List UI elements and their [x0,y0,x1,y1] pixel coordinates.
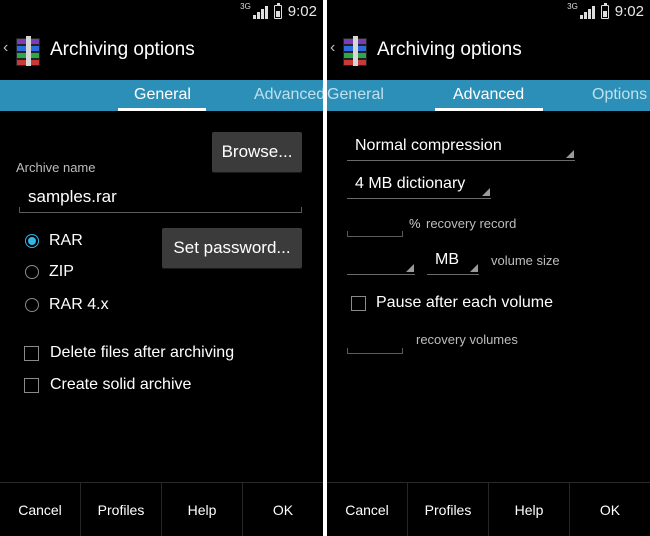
archive-name-label: Archive name [16,160,96,175]
volume-unit-spinner[interactable]: MB [427,246,479,275]
pause-label: Pause after each volume [376,294,553,311]
radio-zip[interactable] [25,265,39,279]
action-bar: ‹ Archiving options [327,26,650,76]
delete-files-checkbox[interactable] [24,345,39,361]
format-rar-label: RAR [49,232,83,249]
solid-archive-option[interactable]: Create solid archive [24,376,191,394]
recovery-record-label: recovery record [426,216,517,231]
ok-button[interactable]: OK [242,483,323,536]
back-caret-icon[interactable]: ‹ [3,39,8,57]
dropdown-arrow-icon [470,264,478,272]
back-caret-icon[interactable]: ‹ [330,39,335,57]
cancel-button[interactable]: Cancel [0,483,80,536]
tab-advanced[interactable]: Advanced [254,86,323,104]
page-title: Archiving options [377,39,522,60]
screen-general: 3G 9:02 ‹ Archiving options General Adva… [0,0,323,536]
dropdown-arrow-icon [482,188,490,196]
format-zip-option[interactable]: ZIP [25,263,74,281]
tab-indicator [435,108,543,111]
recovery-volumes-field[interactable] [347,325,403,354]
signal-icon [252,5,268,19]
pause-option[interactable]: Pause after each volume [351,294,553,312]
status-bar: 3G 9:02 [327,0,650,26]
percent-label: % [409,216,421,231]
recovery-volumes-label: recovery volumes [416,332,518,347]
help-button[interactable]: Help [488,483,569,536]
screen-advanced: 3G 9:02 ‹ Archiving options General Adva… [327,0,650,536]
compression-value: Normal compression [355,137,502,154]
volume-size-label: volume size [491,253,560,268]
profiles-button[interactable]: Profiles [407,483,488,536]
solid-archive-checkbox[interactable] [24,377,39,393]
page-title: Archiving options [50,39,195,60]
profiles-button[interactable]: Profiles [80,483,161,536]
delete-files-label: Delete files after archiving [50,344,235,361]
tab-bar: General Advanced Options [327,80,650,111]
tab-bar: General Advanced [0,80,323,111]
solid-archive-label: Create solid archive [50,376,192,393]
pause-checkbox[interactable] [351,295,366,311]
status-time: 9:02 [287,3,317,20]
winrar-app-icon[interactable] [13,36,43,66]
radio-rar[interactable] [25,234,39,248]
dictionary-value: 4 MB dictionary [355,175,466,192]
winrar-app-icon[interactable] [340,36,370,66]
tab-options[interactable]: Options [592,86,647,104]
format-rar-option[interactable]: RAR [25,232,83,250]
battery-icon [600,2,609,19]
status-bar: 3G 9:02 [0,0,323,26]
set-password-button[interactable]: Set password... [162,228,302,268]
tab-indicator [118,108,206,111]
tab-general[interactable]: General [134,86,191,104]
tab-general[interactable]: General [327,86,384,104]
action-bar: ‹ Archiving options [0,26,323,76]
format-rar4-label: RAR 4.x [49,296,109,313]
ok-button[interactable]: OK [569,483,650,536]
compression-spinner[interactable]: Normal compression [347,132,575,161]
format-zip-label: ZIP [49,263,74,280]
archive-name-value: samples.rar [28,187,117,206]
cancel-button[interactable]: Cancel [327,483,407,536]
volume-size-spinner[interactable] [347,246,415,275]
format-rar4-option[interactable]: RAR 4.x [25,296,109,314]
volume-unit-value: MB [435,251,459,268]
tab-advanced[interactable]: Advanced [453,86,524,104]
dropdown-arrow-icon [566,150,574,158]
help-button[interactable]: Help [161,483,242,536]
radio-rar4[interactable] [25,298,39,312]
network-type: 3G [567,2,578,11]
bottom-button-bar: Cancel Profiles Help OK [0,482,323,536]
delete-files-option[interactable]: Delete files after archiving [24,344,234,362]
status-time: 9:02 [614,3,644,20]
dropdown-arrow-icon [406,264,414,272]
signal-icon [579,5,595,19]
dictionary-spinner[interactable]: 4 MB dictionary [347,170,491,199]
battery-icon [273,2,282,19]
bottom-button-bar: Cancel Profiles Help OK [327,482,650,536]
browse-button[interactable]: Browse... [212,132,302,172]
network-type: 3G [240,2,251,11]
archive-name-field[interactable]: samples.rar [19,180,302,213]
recovery-record-field[interactable] [347,208,403,237]
